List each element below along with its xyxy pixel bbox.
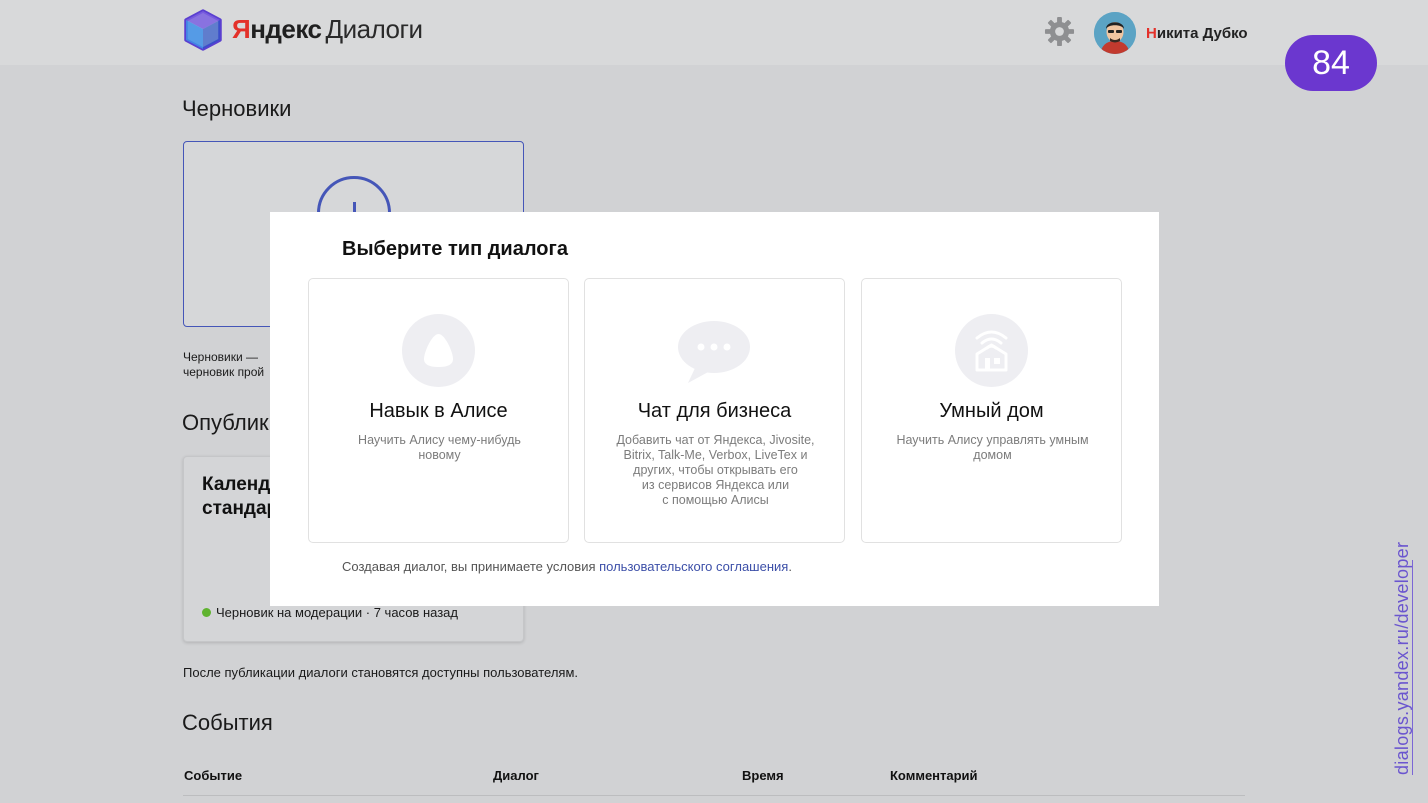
status-badge: Черновик на модерации · 7 часов назад <box>202 605 458 620</box>
user-agreement-link[interactable]: пользовательского соглашения <box>599 559 788 574</box>
card-description-line: Научить Алису чему-нибудь <box>358 433 521 447</box>
smart-home-icon <box>955 314 1028 387</box>
column-header-dialog[interactable]: Диалог <box>493 768 539 783</box>
brand-title[interactable]: Яндекс Диалоги <box>232 14 423 45</box>
avatar[interactable] <box>1094 12 1136 54</box>
brand-product-name: Диалоги <box>325 14 424 44</box>
card-description: Научить Алису управлять умным домом <box>878 433 1107 463</box>
skill-card-title-line-2: стандар <box>202 498 279 519</box>
gear-icon[interactable] <box>1044 16 1075 47</box>
skill-card-title-line-1: Календ <box>202 474 271 495</box>
card-description-line: Научить Алису управлять умным <box>896 433 1089 447</box>
card-description-line: с помощью Алисы <box>662 493 769 507</box>
card-description-line: из сервисов Яндекса или <box>641 478 790 492</box>
slide-number-badge: 84 <box>1285 35 1377 91</box>
status-dot-icon <box>202 608 211 617</box>
drafts-note-line-2: черновик прой <box>183 365 265 379</box>
column-header-comment[interactable]: Комментарий <box>890 768 978 783</box>
card-description: Научить Алису чему-нибудь новому <box>325 433 554 463</box>
dialog-type-card-alice-skill[interactable]: Навык в Алисе Научить Алису чему-нибудь … <box>308 278 569 543</box>
column-header-time[interactable]: Время <box>742 768 784 783</box>
card-description-line: новому <box>418 448 461 462</box>
events-section-title: События <box>182 710 273 735</box>
modal-title: Выберите тип диалога <box>342 238 568 260</box>
events-table-header: Событие Диалог Время Комментарий <box>183 768 1245 796</box>
drafts-note: Черновики — черновик прой <box>183 350 264 380</box>
card-title: Навык в Алисе <box>369 400 508 422</box>
side-url-label: dialogs.yandex.ru/developer <box>1392 541 1412 775</box>
yandex-dialogs-logo-icon[interactable] <box>183 9 223 51</box>
drafts-note-line-1: Черновики — <box>183 350 259 364</box>
card-description-line: Добавить чат от Яндекса, Jivosite, <box>616 433 815 447</box>
card-title: Умный дом <box>939 400 1044 422</box>
dialog-type-card-smart-home[interactable]: Умный дом Научить Алису управлять умным … <box>861 278 1122 543</box>
user-name-rest: икита Дубко <box>1156 25 1248 42</box>
terms-notice: Создавая диалог, вы принимаете условия п… <box>342 559 792 574</box>
card-description-line: домом <box>973 448 1012 462</box>
brand-yandex-first-letter: Я <box>232 14 251 44</box>
card-description: Добавить чат от Яндекса, Jivosite, Bitri… <box>601 433 830 508</box>
dialog-type-card-business-chat[interactable]: Чат для бизнеса Добавить чат от Яндекса,… <box>584 278 845 543</box>
chat-bubble-icon <box>678 314 751 387</box>
status-text: Черновик на модерации · 7 часов назад <box>216 605 458 620</box>
user-name-initial: Н <box>1146 25 1157 42</box>
top-header: Яндекс Диалоги Никита Дубко <box>0 0 1428 65</box>
publish-note: После публикации диалоги становятся дост… <box>183 665 579 680</box>
avatar-portrait-icon <box>1094 12 1136 54</box>
card-description-line: других, чтобы открывать его <box>633 463 798 477</box>
dialog-type-modal: Выберите тип диалога Навык в Алисе Научи… <box>270 212 1159 606</box>
terms-suffix: . <box>788 559 792 574</box>
user-name[interactable]: Никита Дубко <box>1146 25 1248 42</box>
skill-card-title: Календ стандар <box>202 473 278 521</box>
alice-icon <box>402 314 475 387</box>
smart-home-shape-icon <box>975 330 1008 372</box>
chat-bubble-shape-icon <box>678 321 750 383</box>
terms-prefix: Создавая диалог, вы принимаете условия <box>342 559 600 574</box>
alice-shape-icon <box>424 334 453 367</box>
card-title: Чат для бизнеса <box>637 400 792 422</box>
drafts-section-title: Черновики <box>182 96 292 121</box>
card-description-line: Bitrix, Talk-Me, Verbox, LiveTex и <box>623 448 808 462</box>
column-header-event[interactable]: Событие <box>184 768 242 783</box>
brand-yandex-rest: ндекс <box>250 14 322 44</box>
published-section-title: Опублик <box>182 410 269 435</box>
